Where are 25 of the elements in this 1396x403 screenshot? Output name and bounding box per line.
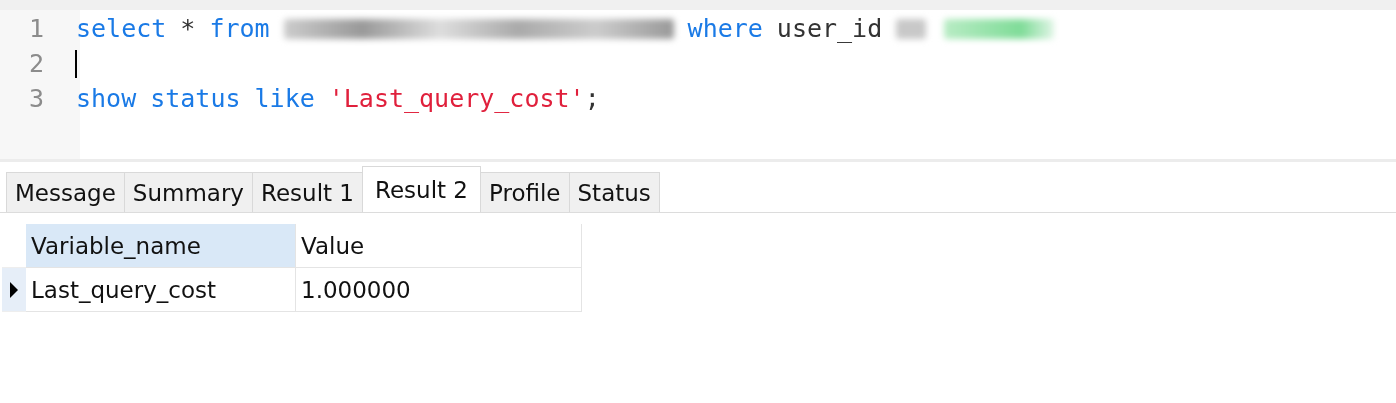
sql-string: 'Last_query_cost' bbox=[328, 84, 585, 113]
result-tab[interactable]: Summary bbox=[123, 172, 253, 212]
sql-keyword: select bbox=[76, 14, 167, 43]
sql-keyword: status bbox=[150, 84, 241, 113]
sql-keyword: where bbox=[687, 14, 763, 43]
sql-keyword: like bbox=[254, 84, 315, 113]
current-row-icon bbox=[9, 280, 19, 299]
column-header[interactable]: Variable_name bbox=[26, 224, 296, 268]
table-cell: Last_query_cost bbox=[26, 268, 296, 312]
blurred-text bbox=[896, 18, 927, 39]
result-tab[interactable]: Status bbox=[568, 172, 660, 212]
sql-editor[interactable]: 1 select * from where user_id 2 3 show status like 'Last_query_cost'; bbox=[0, 10, 1396, 162]
result-tab[interactable]: Profile bbox=[480, 172, 570, 212]
line-number: 2 bbox=[27, 49, 45, 78]
result-tab[interactable]: Message bbox=[6, 172, 125, 212]
sql-text: * bbox=[180, 14, 196, 43]
table-cell: 1.000000 bbox=[296, 268, 582, 312]
sql-keyword: show bbox=[76, 84, 137, 113]
sql-text: user_id bbox=[776, 14, 883, 43]
line-number: 1 bbox=[27, 14, 45, 43]
column-header[interactable]: Value bbox=[296, 224, 582, 268]
sql-keyword: from bbox=[209, 14, 270, 43]
line-number: 3 bbox=[27, 84, 45, 113]
sql-text: ; bbox=[584, 84, 600, 113]
result-tab[interactable]: Result 1 bbox=[251, 172, 363, 212]
